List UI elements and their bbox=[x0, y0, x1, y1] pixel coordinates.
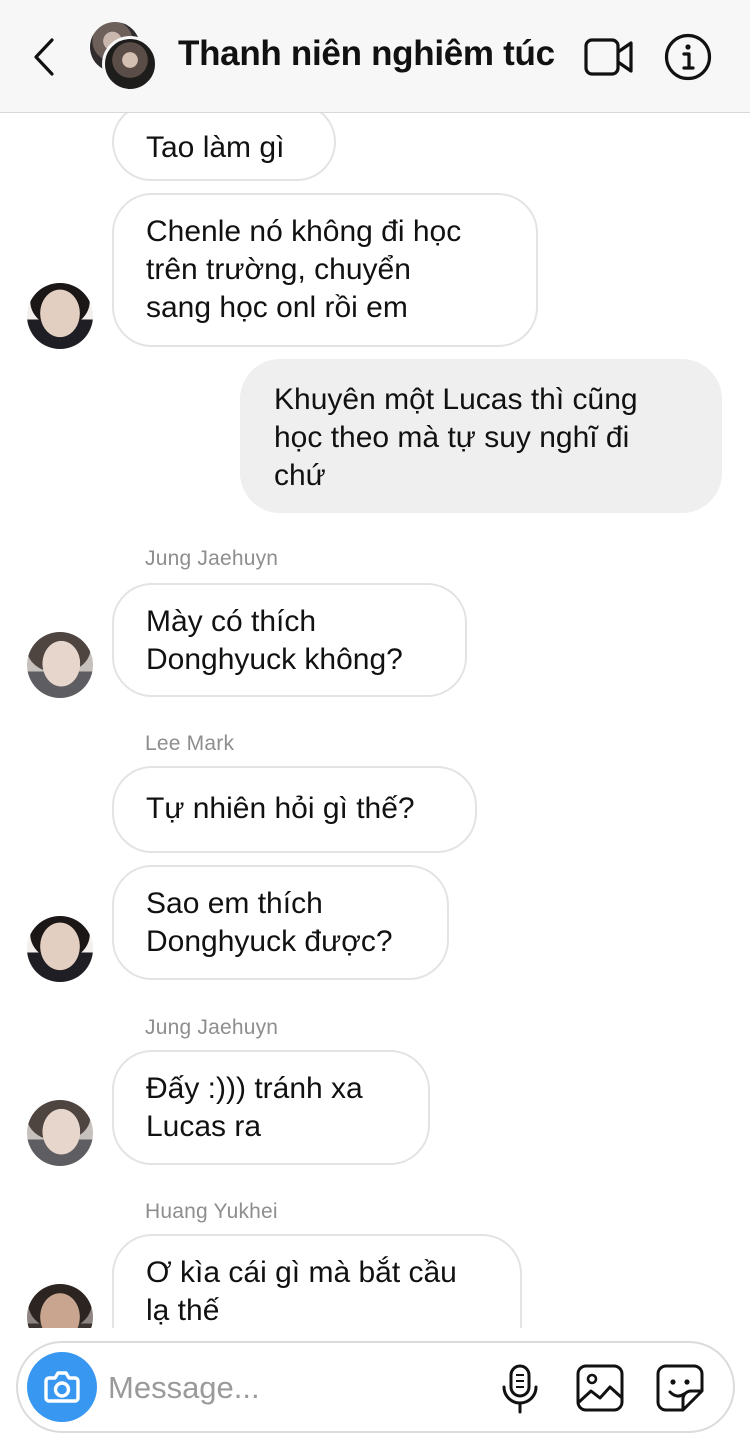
camera-icon bbox=[44, 1371, 80, 1403]
message-input[interactable] bbox=[108, 1363, 478, 1413]
avatar bbox=[102, 36, 158, 92]
microphone-icon bbox=[502, 1364, 538, 1414]
video-camera-icon bbox=[584, 38, 633, 76]
image-gallery-icon bbox=[576, 1364, 624, 1412]
camera-button[interactable] bbox=[27, 1352, 97, 1422]
chat-header: Thanh niên nghiêm túc bbox=[0, 0, 750, 113]
sticker-button[interactable] bbox=[655, 1363, 705, 1413]
message-bubble[interactable]: Ơ kìa cái gì mà bắt cầu lạ thế bbox=[112, 1234, 522, 1328]
message-bubble[interactable]: Sao em thích Donghyuck được? bbox=[112, 865, 449, 980]
message-bubble[interactable]: Tao làm gì bbox=[112, 113, 336, 181]
message-text: Tao làm gì bbox=[146, 131, 285, 164]
avatar[interactable] bbox=[27, 916, 93, 982]
info-button[interactable] bbox=[664, 33, 712, 81]
chat-title[interactable]: Thanh niên nghiêm túc bbox=[178, 34, 555, 74]
message-text: Mày có thích Donghyuck không? bbox=[146, 605, 403, 676]
avatar[interactable] bbox=[27, 1100, 93, 1166]
message-bubble-outgoing[interactable]: Khuyên một Lucas thì cũng học theo mà tự… bbox=[240, 359, 722, 513]
message-bubble[interactable]: Đấy :))) tránh xa Lucas ra bbox=[112, 1050, 430, 1165]
sender-name: Jung Jaehuyn bbox=[145, 1016, 279, 1039]
message-list[interactable]: Tao làm gì Chenle nó không đi học trên t… bbox=[0, 113, 750, 1328]
message-text: Khuyên một Lucas thì cũng học theo mà tự… bbox=[274, 383, 638, 492]
video-call-button[interactable] bbox=[584, 34, 634, 80]
chat-screen: Thanh niên nghiêm túc Tao làm gì Chenle … bbox=[0, 0, 750, 1455]
gallery-button[interactable] bbox=[575, 1363, 625, 1413]
message-bubble[interactable]: Tự nhiên hỏi gì thế? bbox=[112, 766, 477, 853]
avatar[interactable] bbox=[27, 1284, 93, 1328]
sender-name: Huang Yukhei bbox=[145, 1200, 278, 1223]
message-text: Chenle nó không đi học trên trường, chuy… bbox=[146, 215, 462, 324]
message-text: Ơ kìa cái gì mà bắt cầu lạ thế bbox=[146, 1256, 457, 1327]
avatar[interactable] bbox=[27, 283, 93, 349]
message-bubble[interactable]: Chenle nó không đi học trên trường, chuy… bbox=[112, 193, 538, 347]
chevron-left-icon bbox=[34, 38, 54, 76]
message-text: Tự nhiên hỏi gì thế? bbox=[146, 792, 415, 825]
message-text: Sao em thích Donghyuck được? bbox=[146, 887, 393, 958]
sender-name: Jung Jaehuyn bbox=[145, 547, 279, 570]
group-avatar[interactable] bbox=[90, 22, 162, 94]
sender-name: Lee Mark bbox=[145, 732, 235, 755]
back-button[interactable] bbox=[26, 34, 66, 80]
message-text: Đấy :))) tránh xa Lucas ra bbox=[146, 1072, 363, 1143]
message-composer bbox=[16, 1341, 735, 1433]
avatar[interactable] bbox=[27, 632, 93, 698]
info-icon bbox=[664, 33, 712, 81]
message-bubble[interactable]: Mày có thích Donghyuck không? bbox=[112, 583, 467, 697]
sticker-icon bbox=[656, 1364, 704, 1412]
voice-message-button[interactable] bbox=[498, 1363, 542, 1415]
